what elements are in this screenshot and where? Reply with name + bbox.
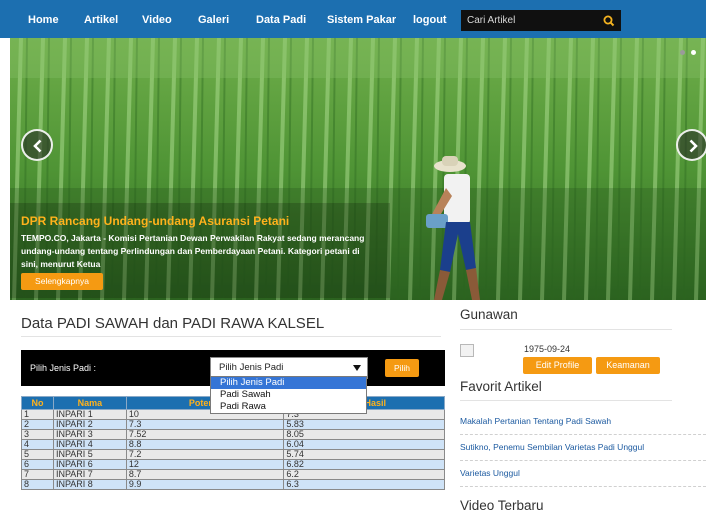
cell-nama: INPARI 2 xyxy=(52,419,127,430)
select-option-padi-rawa[interactable]: Padi Rawa xyxy=(211,401,366,413)
cell-potensi: 12 xyxy=(125,459,285,470)
cell-no: 7 xyxy=(21,469,54,480)
col-header-nama: Nama xyxy=(52,396,127,410)
cell-nama: INPARI 1 xyxy=(52,409,127,420)
hero-slider: DPR Rancang Undang-undang Asuransi Petan… xyxy=(10,38,706,300)
cell-nama: INPARI 6 xyxy=(52,459,127,470)
pilih-button[interactable]: Pilih xyxy=(385,359,419,377)
cell-no: 2 xyxy=(21,419,54,430)
edit-profile-button[interactable]: Edit Profile xyxy=(523,357,592,374)
slider-dot-active[interactable] xyxy=(691,50,696,55)
divider xyxy=(460,400,672,401)
divider xyxy=(460,460,706,461)
avatar xyxy=(460,344,474,357)
read-more-button[interactable]: Selengkapnya xyxy=(21,273,103,290)
select-option-padi-sawah[interactable]: Padi Sawah xyxy=(211,389,366,401)
divider xyxy=(460,434,706,435)
table-row: 8 INPARI 8 9.9 6.3 xyxy=(21,479,445,490)
search-box xyxy=(461,10,621,31)
cell-potensi: 7.52 xyxy=(125,429,285,440)
divider xyxy=(21,336,441,337)
select-option-pilih[interactable]: Pilih Jenis Padi xyxy=(211,377,366,389)
divider xyxy=(460,329,672,330)
chevron-right-icon xyxy=(689,139,698,153)
cell-potensi: 7.2 xyxy=(125,449,285,460)
table-row: 3 INPARI 3 7.52 8.05 xyxy=(21,429,445,440)
nav-galeri[interactable]: Galeri xyxy=(198,0,229,38)
page-title: Data PADI SAWAH dan PADI RAWA KALSEL xyxy=(21,315,325,332)
favorites-heading: Favorit Artikel xyxy=(460,379,542,394)
table-row: 7 INPARI 7 8.7 6.2 xyxy=(21,469,445,480)
cell-nama: INPARI 8 xyxy=(52,479,127,490)
filter-label: Pilih Jenis Padi : xyxy=(30,363,97,373)
col-header-no: No xyxy=(21,396,54,410)
cell-rata-hasil: 5.83 xyxy=(283,419,445,430)
cell-nama: INPARI 4 xyxy=(52,439,127,450)
cell-potensi: 7.3 xyxy=(125,419,285,430)
caret-down-icon xyxy=(353,365,361,371)
cell-rata-hasil: 6.04 xyxy=(283,439,445,450)
cell-no: 1 xyxy=(21,409,54,420)
cell-nama: INPARI 5 xyxy=(52,449,127,460)
cell-rata-hasil: 8.05 xyxy=(283,429,445,440)
cell-rata-hasil: 5.74 xyxy=(283,449,445,460)
slide-title[interactable]: DPR Rancang Undang-undang Asuransi Petan… xyxy=(21,214,401,228)
select-value: Pilih Jenis Padi xyxy=(219,362,284,373)
nav-video[interactable]: Video xyxy=(142,0,172,38)
favorite-article-link[interactable]: Varietas Unggul xyxy=(460,468,520,478)
search-icon[interactable] xyxy=(596,10,621,31)
nav-logout[interactable]: logout xyxy=(413,0,447,38)
nav-data-padi[interactable]: Data Padi xyxy=(256,0,306,38)
select-dropdown-list: Pilih Jenis Padi Padi Sawah Padi Rawa xyxy=(210,376,367,414)
cell-no: 4 xyxy=(21,439,54,450)
cell-no: 3 xyxy=(21,429,54,440)
slider-next-arrow[interactable] xyxy=(676,129,706,161)
favorite-article-link[interactable]: Makalah Pertanian Tentang Padi Sawah xyxy=(460,416,611,426)
cell-rata-hasil: 6.2 xyxy=(283,469,445,480)
cell-rata-hasil: 6.82 xyxy=(283,459,445,470)
top-navbar: Home Artikel Video Galeri Data Padi Sist… xyxy=(0,0,706,38)
security-button[interactable]: Keamanan xyxy=(596,357,660,374)
cell-no: 8 xyxy=(21,479,54,490)
table-row: 6 INPARI 6 12 6.82 xyxy=(21,459,445,470)
cell-no: 5 xyxy=(21,449,54,460)
user-dob: 1975-09-24 xyxy=(524,344,571,354)
cell-potensi: 8.7 xyxy=(125,469,285,480)
favorite-article-link[interactable]: Sutikno, Penemu Sembilan Varietas Padi U… xyxy=(460,442,644,452)
search-input[interactable] xyxy=(461,10,596,31)
chevron-left-icon xyxy=(33,139,42,153)
cell-nama: INPARI 3 xyxy=(52,429,127,440)
cell-rata-hasil: 6.3 xyxy=(283,479,445,490)
table-row: 4 INPARI 4 8.8 6.04 xyxy=(21,439,445,450)
latest-video-heading: Video Terbaru xyxy=(460,498,544,513)
cell-potensi: 8.8 xyxy=(125,439,285,450)
user-name-heading: Gunawan xyxy=(460,307,518,322)
slide-text: TEMPO.CO, Jakarta - Komisi Pertanian Dew… xyxy=(21,233,365,269)
cell-potensi: 9.9 xyxy=(125,479,285,490)
nav-artikel[interactable]: Artikel xyxy=(84,0,118,38)
table-row: 5 INPARI 5 7.2 5.74 xyxy=(21,449,445,460)
divider xyxy=(460,486,706,487)
cell-nama: INPARI 7 xyxy=(52,469,127,480)
slider-dot[interactable] xyxy=(680,50,685,55)
slider-prev-arrow[interactable] xyxy=(21,129,53,161)
cell-no: 6 xyxy=(21,459,54,470)
nav-sistem-pakar[interactable]: Sistem Pakar xyxy=(327,0,396,38)
nav-home[interactable]: Home xyxy=(28,0,59,38)
table-row: 2 INPARI 2 7.3 5.83 xyxy=(21,419,445,430)
